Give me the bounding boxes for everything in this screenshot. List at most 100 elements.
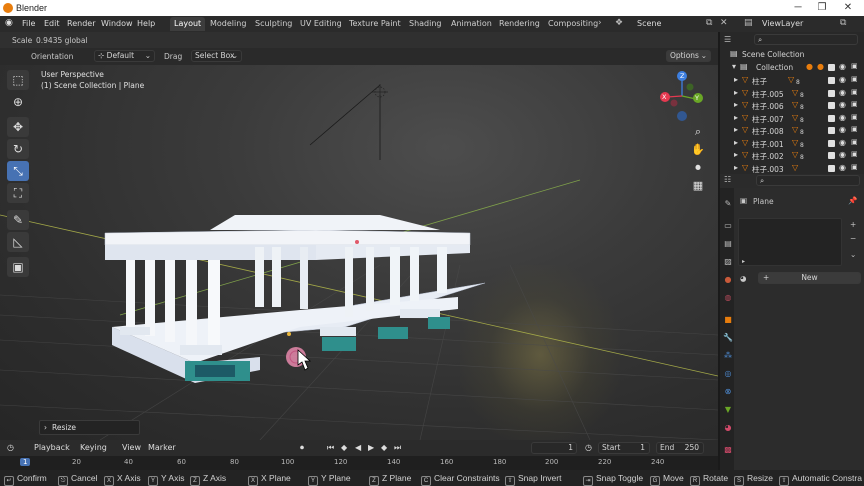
close-scene-icon[interactable]: ✕ [720,18,728,28]
material-tab-icon[interactable]: ◕ [722,422,734,434]
output-tab-icon[interactable]: ▤ [722,238,734,250]
add-slot-button[interactable]: + [850,220,856,229]
eye-icon[interactable]: ◉ [839,138,846,147]
eye-icon[interactable]: ◉ [839,75,846,84]
menu-file[interactable]: File [22,19,35,28]
eye-icon[interactable]: ◉ [839,150,846,159]
measure-tool[interactable]: ◺ [7,232,29,252]
constraints-tab-icon[interactable]: ⊗ [722,386,734,398]
prev-keyframe-button[interactable]: ◆ [341,443,347,452]
next-keyframe-button[interactable]: ◆ [381,443,387,452]
outliner-collection[interactable]: ▾ ▤ Collection ● ● ◉ ▣ [720,62,860,75]
cursor-tool[interactable]: ⊕ [7,92,29,112]
record-button[interactable]: ⏺ [300,443,304,453]
perspective-toggle-button[interactable]: ▦ [688,177,708,195]
outliner-item[interactable]: ▸ ▽ 柱子.007 ▽ 8 ◉ ▣ [720,113,860,126]
exclude-checkbox[interactable] [828,114,835,122]
tab-sculpting[interactable]: Sculpting [251,17,296,31]
outliner-item[interactable]: ▸ ▽ 柱子.006 ▽ 8 ◉ ▣ [720,100,860,113]
blender-menu-icon[interactable]: ◉ [5,18,13,28]
transform-tool[interactable]: ⛶ [7,183,29,203]
camera-icon[interactable]: ▣ [851,163,858,171]
world-tab-icon[interactable]: ◍ [722,292,734,304]
menu-render[interactable]: Render [67,19,95,28]
tab-animation[interactable]: Animation [447,17,496,31]
play-reverse-button[interactable]: ◀ [355,443,361,452]
jump-end-button[interactable]: ⏭ [394,443,401,453]
render-tab-icon[interactable]: ▭ [722,220,734,232]
camera-icon[interactable]: ▣ [851,125,858,133]
pin-icon[interactable]: 📌 [848,196,857,205]
tabs-overflow-icon[interactable]: › [598,18,602,28]
camera-icon[interactable]: ▣ [851,62,858,70]
view-layer-copy-icon[interactable]: ⧉ [840,18,846,28]
material-browse-icon[interactable]: ◕ [740,274,747,283]
clock-icon[interactable]: ◷ [585,443,592,452]
menu-edit[interactable]: Edit [44,19,60,28]
eye-icon[interactable]: ◉ [839,125,846,134]
exclude-checkbox[interactable] [828,102,835,109]
tab-texture-paint[interactable]: Texture Paint [345,17,405,31]
select-box-tool[interactable]: ⬚ [7,70,29,90]
jump-start-button[interactable]: ⏮ [327,443,334,453]
options-dropdown[interactable]: Options ⌄ [666,50,711,62]
menu-help[interactable]: Help [137,19,155,28]
outliner-item[interactable]: ▸ ▽ 柱子.002 ▽ 8 ◉ ▣ [720,150,860,163]
playhead[interactable]: 1 [20,458,31,466]
annotate-tool[interactable]: ✎ [7,210,29,230]
maximize-button[interactable]: ❐ [810,0,834,16]
tool-tab-icon[interactable]: ✎ [722,198,734,210]
slot-menu-icon[interactable]: ⌄ [850,250,856,259]
modifiers-tab-icon[interactable]: 🔧 [722,332,734,344]
eye-icon[interactable]: ◉ [839,113,846,122]
exclude-checkbox[interactable] [828,127,835,134]
eye-icon[interactable]: ◉ [839,100,846,109]
rotate-tool[interactable]: ↻ [7,139,29,159]
camera-icon[interactable]: ▣ [851,150,858,158]
end-frame-field[interactable]: End 250 [656,442,704,454]
outliner-item[interactable]: ▸ ▽ 柱子.001 ▽ 8 ◉ ▣ [720,138,860,151]
minimize-button[interactable]: ─ [786,0,810,16]
tab-shading[interactable]: Shading [405,17,446,31]
exclude-checkbox[interactable] [828,164,835,172]
properties-search-input[interactable]: ⌕ [756,175,860,186]
exclude-checkbox[interactable] [828,64,835,71]
keying-menu[interactable]: Keying [80,443,107,452]
exclude-checkbox[interactable] [828,77,835,84]
orientation-dropdown[interactable]: ⊹ Default ⌄ [94,50,155,62]
view-layer-tab-icon[interactable]: ▨ [722,256,734,268]
tab-modeling[interactable]: Modeling [206,17,250,31]
current-frame-field[interactable]: 1 [531,442,577,454]
tab-layout[interactable]: Layout [170,17,206,31]
3d-viewport[interactable]: Z Y X User Perspective (1) Scene Collect… [0,65,718,440]
camera-view-button[interactable]: ⏺ [688,159,708,177]
marker-menu[interactable]: Marker [148,443,176,452]
particles-tab-icon[interactable]: ⁂ [722,350,734,362]
zoom-button[interactable]: ⌕ [688,123,708,141]
remove-slot-button[interactable]: − [850,234,856,243]
properties-editor-icon[interactable]: ☷ [724,175,731,184]
timeline-ruler[interactable]: 1 20 40 60 80 100 120 140 160 180 200 22… [0,456,718,470]
view-layer-name[interactable]: ViewLayer [762,19,803,28]
outliner-item[interactable]: ▸ ▽ 柱子.005 ▽ 8 ◉ ▣ [720,88,860,101]
eye-icon[interactable]: ◉ [839,88,846,97]
outliner-editor-icon[interactable]: ☰ [724,35,731,44]
add-cube-tool[interactable]: ▣ [7,257,29,277]
start-frame-field[interactable]: Start 1 [598,442,650,454]
tab-uv-editing[interactable]: UV Editing [296,17,346,31]
object-tab-icon[interactable]: ■ [722,314,734,326]
camera-icon[interactable]: ▣ [851,100,858,108]
outliner-item[interactable]: ▸ ▽ 柱子.003 ▽ ◉ ▣ [720,163,860,174]
editor-type-icon[interactable]: ◷ [7,443,14,452]
move-tool[interactable]: ✥ [7,117,29,137]
outliner-scene-collection[interactable]: ▤ Scene Collection [720,49,860,62]
close-button[interactable]: ✕ [836,0,860,16]
data-tab-icon[interactable]: ▼ [722,404,734,416]
material-slot-list[interactable] [738,218,842,266]
outliner-item[interactable]: ▸ ▽ 柱子.008 ▽ 8 ◉ ▣ [720,125,860,138]
exclude-checkbox[interactable] [828,139,835,147]
camera-icon[interactable]: ▣ [851,138,858,146]
texture-tab-icon[interactable]: ▩ [722,444,734,456]
view-menu[interactable]: View [122,443,141,452]
camera-icon[interactable]: ▣ [851,88,858,96]
